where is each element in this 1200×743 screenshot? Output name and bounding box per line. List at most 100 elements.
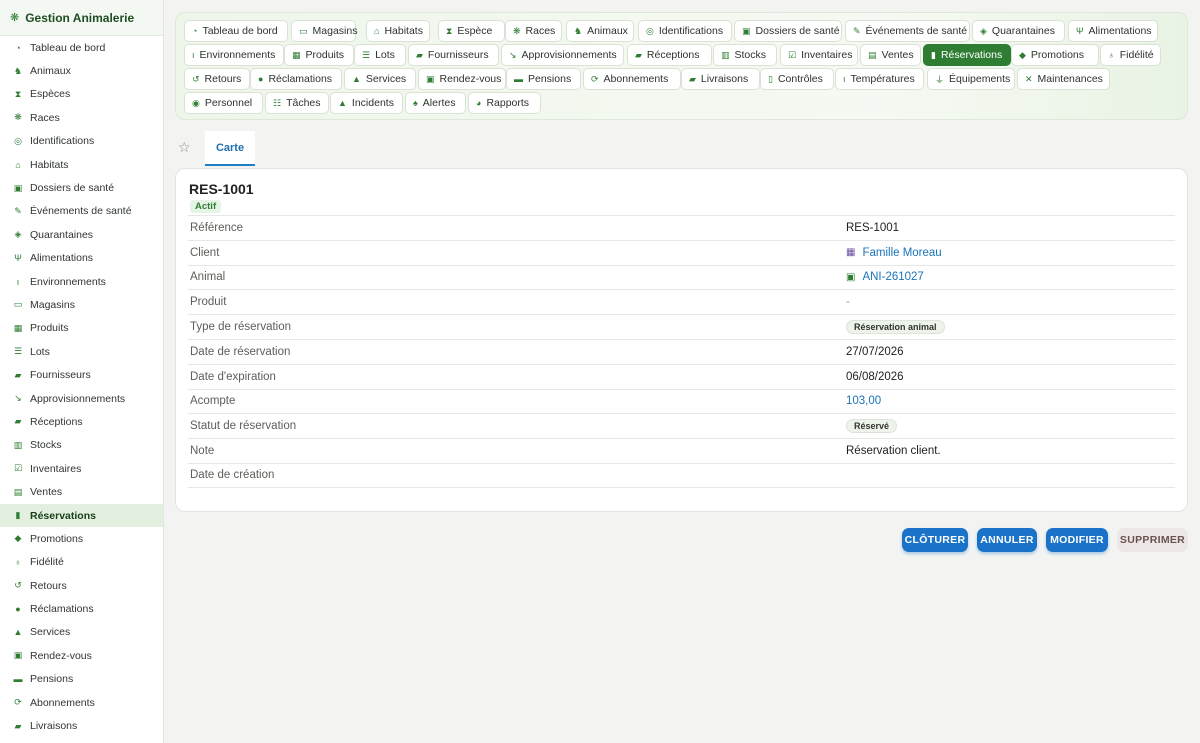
field-value[interactable]: ▣ ANI-261027	[846, 271, 924, 283]
fingerprint-icon: ◎	[646, 25, 654, 36]
module-tab[interactable]: ▯ Contrôles	[760, 68, 834, 90]
sidebar-item[interactable]: ▮ Réservations	[0, 503, 163, 528]
gauge-icon: ◔	[15, 42, 21, 53]
module-tab[interactable]: ▬ Pensions	[506, 68, 581, 90]
sidebar-item[interactable]: ▰ Réceptions	[0, 410, 163, 433]
module-tab[interactable]: ✎ Événements de santé	[845, 20, 970, 42]
module-tab[interactable]: ▰ Fournisseurs	[408, 44, 499, 66]
thermometer-icon: ı	[192, 50, 195, 60]
sidebar-item[interactable]: ▬ Pensions	[0, 668, 163, 691]
sidebar-item[interactable]: ♞ Animaux	[0, 59, 163, 82]
module-tab[interactable]: ◆ Promotions	[1011, 44, 1099, 66]
dna-icon: ⧗	[446, 25, 453, 36]
module-tab[interactable]: ♠ Alertes	[405, 92, 466, 114]
module-tab[interactable]: ↘ Approvisionnements	[501, 44, 624, 66]
module-tab[interactable]: ◕ Rapports	[468, 92, 541, 114]
sidebar-item[interactable]: Ψ Alimentations	[0, 247, 163, 270]
module-tab[interactable]: ⟳ Abonnements	[583, 68, 681, 90]
sidebar-item[interactable]: ◈ Quarantaines	[0, 223, 163, 246]
sidebar-item[interactable]: ▦ Produits	[0, 317, 163, 340]
delete-button[interactable]: SUPPRIMER	[1117, 528, 1188, 552]
sidebar-item[interactable]: ❋ Races	[0, 106, 163, 129]
module-tab[interactable]: ▲ Incidents	[330, 92, 403, 114]
module-tab[interactable]: ▣ Dossiers de santé	[734, 20, 842, 42]
sidebar-item[interactable]: ◆ Promotions	[0, 527, 163, 550]
sidebar-item-label: Livraisons	[30, 720, 78, 733]
module-tab[interactable]: ↺ Retours	[184, 68, 250, 90]
cancel-button[interactable]: ANNULER	[977, 528, 1037, 552]
chart-pie-icon: ◕	[476, 98, 482, 108]
module-tab[interactable]: ▰ Livraisons	[681, 68, 760, 90]
sidebar-item[interactable]: ▤ Ventes	[0, 480, 163, 503]
module-tab-label: Alertes	[422, 97, 456, 109]
module-tab[interactable]: ❋ Races	[505, 20, 562, 42]
module-tab[interactable]: ▰ Réceptions	[627, 44, 712, 66]
favorite-star-icon[interactable]: ☆	[178, 139, 191, 156]
sidebar-item[interactable]: ▭ Magasins	[0, 293, 163, 316]
edit-button[interactable]: MODIFIER	[1046, 528, 1108, 552]
sidebar-item[interactable]: ▰ Fournisseurs	[0, 363, 163, 386]
sidebar-item[interactable]: ● Réclamations	[0, 597, 163, 620]
sidebar-item[interactable]: ↺ Retours	[0, 574, 163, 597]
sidebar-item-label: Promotions	[30, 532, 84, 545]
module-tab[interactable]: ▲ Services	[344, 68, 416, 90]
comment-icon: ●	[15, 604, 21, 615]
house-icon: ⌂	[15, 159, 21, 170]
module-tab-label: Services	[365, 73, 407, 85]
module-tab[interactable]: ☷ Tâches	[265, 92, 329, 114]
module-tab[interactable]: ▤ Ventes	[860, 44, 921, 66]
sidebar-item[interactable]: ☰ Lots	[0, 340, 163, 363]
module-tab[interactable]: ✕ Maintenances	[1017, 68, 1110, 90]
sidebar-item[interactable]: ▥ Stocks	[0, 434, 163, 457]
sidebar-item[interactable]: ▲ Services	[0, 621, 163, 644]
module-tab[interactable]: ı Températures	[835, 68, 924, 90]
sidebar-item[interactable]: ı Environnements	[0, 270, 163, 293]
sidebar-item[interactable]: ▣ Dossiers de santé	[0, 176, 163, 199]
sidebar-item[interactable]: ▣ Rendez-vous	[0, 644, 163, 667]
undo-icon: ↺	[192, 73, 200, 84]
list-icon: ☰	[362, 49, 371, 60]
module-tab[interactable]: ◔ Tableau de bord	[184, 20, 288, 42]
module-tab[interactable]: ⌂ Habitats	[366, 20, 430, 42]
sidebar-item[interactable]: ✎ Événements de santé	[0, 200, 163, 223]
truck-icon: ▰	[416, 49, 423, 60]
module-tab[interactable]: ⧗ Espèce	[438, 20, 505, 42]
sidebar-item[interactable]: ▰ Livraisons	[0, 714, 163, 737]
module-tab[interactable]: ▮ Réservations	[923, 44, 1011, 66]
sidebar-item-label: Habitats	[30, 158, 69, 171]
sidebar-item[interactable]: ⌂ Habitats	[0, 153, 163, 176]
close-button[interactable]: CLÔTURER	[902, 528, 968, 552]
module-tab[interactable]: ▭ Magasins	[291, 20, 357, 42]
sidebar-item[interactable]: ☑ Inventaires	[0, 457, 163, 480]
sidebar-item[interactable]: ♁ Fidélité	[0, 551, 163, 574]
module-tab-label: Personnel	[204, 97, 253, 109]
module-tab[interactable]: ▣ Rendez-vous	[418, 68, 506, 90]
module-tab[interactable]: ☰ Lots	[354, 44, 406, 66]
module-tab[interactable]: ▦ Produits	[284, 44, 354, 66]
module-tab[interactable]: ◉ Personnel	[184, 92, 263, 114]
module-tab-label: Ventes	[881, 49, 914, 61]
module-tab-label: Animaux	[587, 25, 628, 37]
module-tab[interactable]: ♞ Animaux	[566, 20, 634, 42]
module-tab[interactable]: ◎ Identifications	[638, 20, 732, 42]
sidebar-item[interactable]: ⟳ Abonnements	[0, 691, 163, 714]
sidebar-item[interactable]: ⧗ Espèces	[0, 83, 163, 106]
field-value: Réservation client.	[846, 445, 941, 458]
tasks-icon: ☷	[273, 97, 282, 108]
module-tab-label: Fournisseurs	[427, 49, 489, 61]
module-tab[interactable]: ▥ Stocks	[713, 44, 777, 66]
sidebar-item[interactable]: ◔ Tableau de bord	[0, 36, 163, 59]
module-tab[interactable]: ı Environnements	[184, 44, 284, 66]
module-tab[interactable]: ◈ Quarantaines	[972, 20, 1065, 42]
award-icon: ♁	[1108, 50, 1115, 60]
module-tab[interactable]: ⏚ Équipements	[927, 68, 1015, 90]
module-tab[interactable]: ● Réclamations	[250, 68, 342, 90]
sidebar-item[interactable]: ◎ Identifications	[0, 130, 163, 153]
tab-carte[interactable]: Carte	[205, 131, 255, 166]
field-value[interactable]: ▦ Famille Moreau	[846, 247, 942, 259]
module-tab[interactable]: ♁ Fidélité	[1100, 44, 1161, 66]
sidebar-item[interactable]: ↘ Approvisionnements	[0, 387, 163, 410]
module-tab[interactable]: ☑ Inventaires	[780, 44, 858, 66]
module-tab[interactable]: Ψ Alimentations	[1068, 20, 1158, 42]
sidebar-header[interactable]: ❋ Gestion Animalerie	[0, 0, 163, 36]
